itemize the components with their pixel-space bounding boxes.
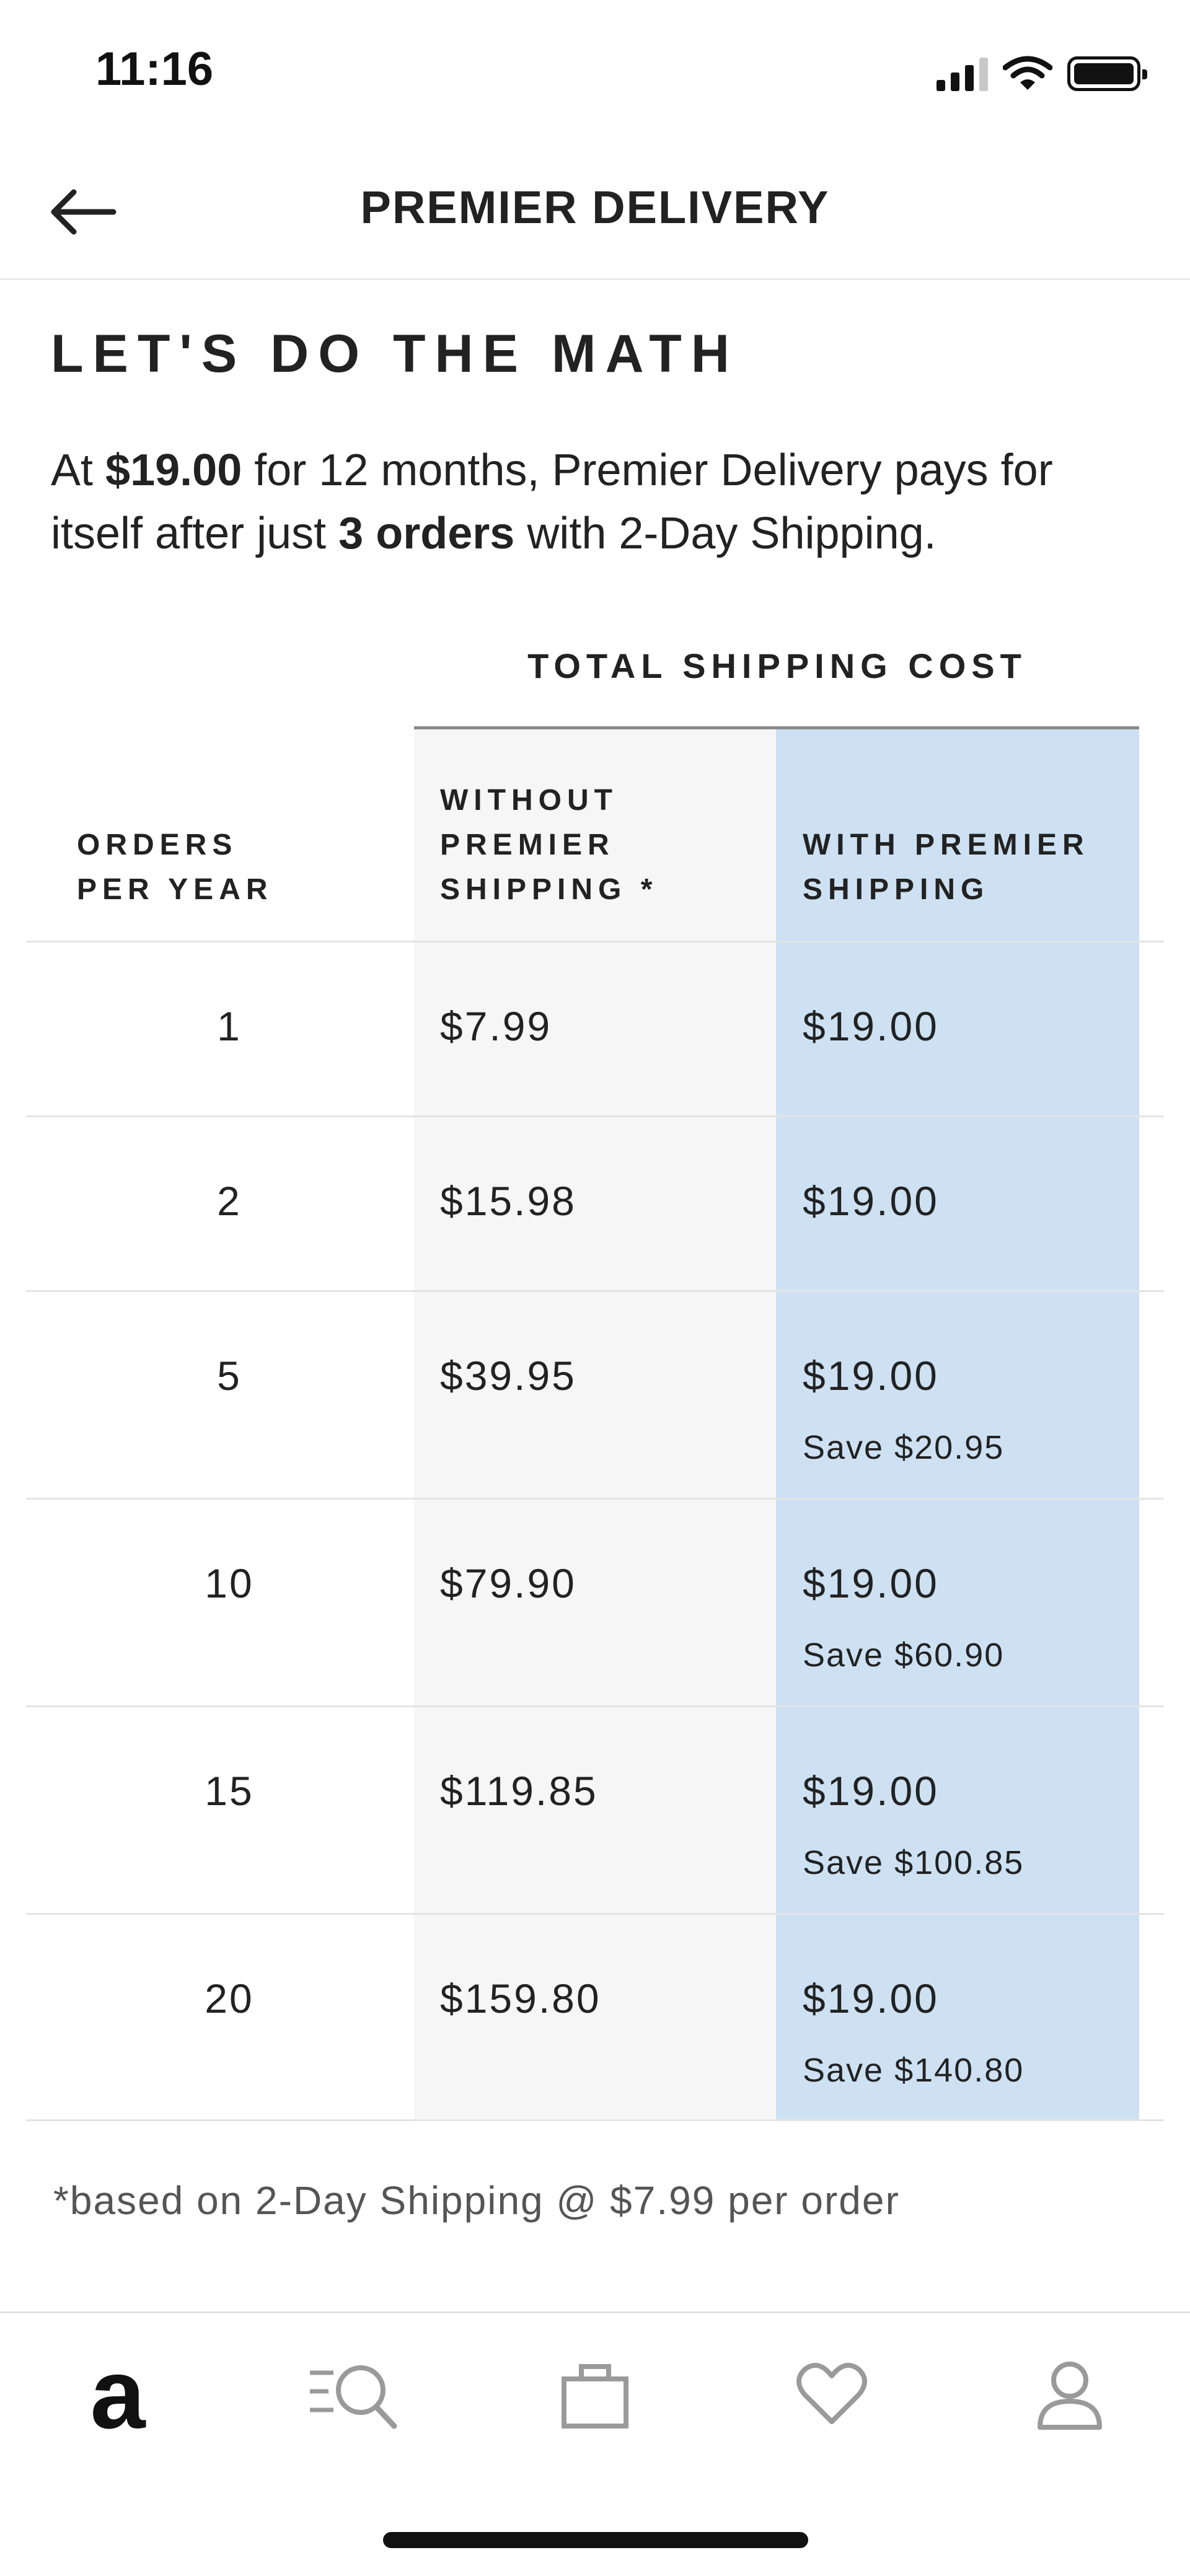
logo-a-icon: a xyxy=(90,2338,146,2449)
table-cell-with: $19.00 xyxy=(803,1768,939,1814)
tab-account[interactable] xyxy=(1008,2338,1132,2450)
table-row-divider xyxy=(26,941,1164,943)
table-cell-savings: Save $140.80 xyxy=(803,2052,1025,2089)
table-cell-without: $159.80 xyxy=(440,1976,601,2021)
table-row-divider xyxy=(26,1498,1164,1500)
table-cell-savings: Save $20.95 xyxy=(803,1429,1005,1466)
intro-price: $19.00 xyxy=(105,446,242,495)
nav-header: PREMIER DELIVERY xyxy=(0,143,1190,280)
table-cell-with: $19.00 xyxy=(803,1976,939,2021)
table-cell-orders: 1 xyxy=(217,1003,242,1049)
table-cell-orders: 2 xyxy=(217,1178,242,1224)
column-header-without-line: PREMIER xyxy=(440,829,615,861)
search-icon xyxy=(310,2365,397,2429)
tab-home[interactable]: a xyxy=(56,2338,180,2450)
status-time: 11:16 xyxy=(95,43,214,95)
tab-search[interactable] xyxy=(291,2338,415,2450)
column-header-with-line: SHIPPING xyxy=(803,873,990,906)
intro-part3: with 2-Day Shipping. xyxy=(514,509,937,558)
with-column-background xyxy=(776,729,1139,2119)
status-icons xyxy=(937,53,1147,94)
total-shipping-cost-header: TOTAL SHIPPING COST xyxy=(527,646,1027,685)
table-cell-savings: Save $60.90 xyxy=(803,1637,1005,1674)
table-row-divider xyxy=(26,1705,1164,1707)
table-cell-savings: Save $100.85 xyxy=(803,1844,1025,1881)
table-cell-with: $19.00 xyxy=(803,1003,939,1049)
table-cell-orders: 20 xyxy=(205,1976,254,2021)
header-divider xyxy=(414,726,1139,729)
tab-bag[interactable] xyxy=(533,2338,657,2450)
column-header-without-line: WITHOUT xyxy=(440,784,618,817)
table-cell-with: $19.00 xyxy=(803,1353,939,1399)
section-heading: LET'S DO THE MATH xyxy=(51,324,739,384)
column-header-orders-line: ORDERS xyxy=(77,829,238,861)
column-header-with: WITH PREMIER SHIPPING xyxy=(803,823,1090,912)
table-cell-without: $119.85 xyxy=(440,1768,598,1814)
column-header-without: WITHOUT PREMIER SHIPPING * xyxy=(440,778,658,912)
intro-text: At $19.00 for 12 months, Premier Deliver… xyxy=(51,439,1154,565)
table-cell-with: $19.00 xyxy=(803,1178,939,1224)
table-cell-with: $19.00 xyxy=(803,1560,939,1606)
table-cell-without: $79.90 xyxy=(440,1560,576,1606)
column-header-orders: ORDERS PER YEAR xyxy=(77,823,273,912)
battery-icon xyxy=(1067,56,1147,91)
status-bar: 11:16 xyxy=(0,0,1190,143)
heart-icon xyxy=(796,2362,867,2424)
home-indicator xyxy=(383,2532,808,2548)
bag-icon xyxy=(562,2364,628,2429)
intro-part1: At xyxy=(51,446,106,495)
user-icon xyxy=(1038,2362,1102,2430)
column-header-orders-line: PER YEAR xyxy=(77,873,273,906)
table-cell-without: $7.99 xyxy=(440,1003,552,1049)
column-header-with-line: WITH PREMIER xyxy=(803,829,1090,861)
table-row-divider xyxy=(26,2119,1164,2121)
table-cell-orders: 10 xyxy=(205,1560,254,1606)
tab-wishlist[interactable] xyxy=(770,2338,894,2450)
page-title: PREMIER DELIVERY xyxy=(360,182,830,233)
intro-orders: 3 orders xyxy=(338,509,515,558)
table-cell-without: $39.95 xyxy=(440,1353,576,1399)
table-cell-orders: 5 xyxy=(217,1353,242,1399)
column-header-without-line: SHIPPING * xyxy=(440,873,658,906)
table-row-divider xyxy=(26,1290,1164,1292)
table-row-divider xyxy=(26,1115,1164,1117)
wifi-icon xyxy=(1003,56,1052,90)
table-row-divider xyxy=(26,1913,1164,1915)
signal-icon xyxy=(937,56,988,91)
table-cell-without: $15.98 xyxy=(440,1178,576,1224)
without-column-background xyxy=(414,729,776,2119)
table-cell-orders: 15 xyxy=(205,1768,254,1814)
footnote: *based on 2-Day Shipping @ $7.99 per ord… xyxy=(53,2178,900,2223)
